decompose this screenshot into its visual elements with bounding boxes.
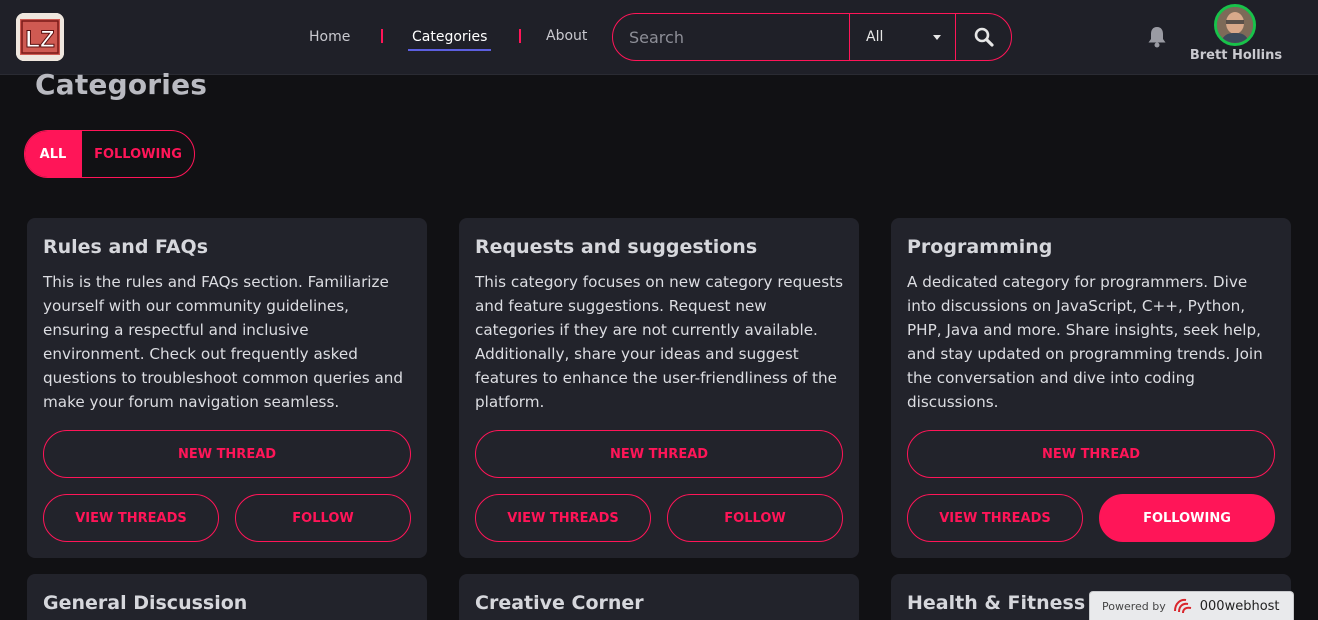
webhost-logo-icon	[1173, 598, 1191, 614]
category-filter-toggle: ALL FOLLOWING	[24, 130, 195, 178]
top-navbar: LZ Home Categories About All Brett Hol	[0, 0, 1318, 75]
username[interactable]: Brett Hollins	[1180, 48, 1292, 63]
powered-by-brand: 000webhost	[1199, 598, 1280, 614]
new-thread-button[interactable]: NEW THREAD	[907, 430, 1275, 478]
category-title: General Discussion	[43, 592, 248, 614]
logo-text: LZ	[25, 26, 54, 53]
new-thread-button[interactable]: NEW THREAD	[475, 430, 843, 478]
nav-home[interactable]: Home	[309, 29, 350, 45]
following-button[interactable]: FOLLOWING	[1099, 494, 1275, 542]
search-icon	[974, 27, 994, 47]
follow-button[interactable]: FOLLOW	[667, 494, 843, 542]
category-title: Programming	[907, 236, 1053, 258]
category-description: This is the rules and FAQs section. Fami…	[43, 273, 404, 411]
category-description: This category focuses on new category re…	[475, 273, 843, 411]
search-scope-value: All	[866, 29, 884, 45]
category-card: General Discussion	[27, 574, 427, 620]
category-title: Rules and FAQs	[43, 236, 209, 258]
category-card: Rules and FAQs This is the rules and FAQ…	[27, 218, 427, 558]
search-bar: All	[612, 13, 1012, 61]
powered-by-badge[interactable]: Powered by 000webhost	[1089, 591, 1294, 620]
category-card: Programming A dedicated category for pro…	[891, 218, 1291, 558]
category-title: Health & Fitness	[907, 592, 1086, 614]
view-threads-button[interactable]: VIEW THREADS	[475, 494, 651, 542]
search-scope-select[interactable]: All	[849, 14, 956, 60]
nav-categories[interactable]: Categories	[407, 29, 492, 51]
bell-icon[interactable]	[1146, 25, 1168, 49]
category-description: A dedicated category for programmers. Di…	[907, 273, 1263, 411]
category-card: Requests and suggestions This category f…	[459, 218, 859, 558]
search-button[interactable]	[956, 14, 1011, 60]
powered-by-label: Powered by	[1102, 599, 1166, 613]
category-title: Creative Corner	[475, 592, 644, 614]
avatar[interactable]	[1214, 4, 1256, 46]
view-threads-button[interactable]: VIEW THREADS	[907, 494, 1083, 542]
search-input[interactable]	[613, 14, 849, 60]
follow-button[interactable]: FOLLOW	[235, 494, 411, 542]
chevron-down-icon	[933, 34, 941, 40]
filter-all-button[interactable]: ALL	[25, 131, 81, 177]
site-logo[interactable]: LZ	[16, 13, 64, 61]
nav-about[interactable]: About	[546, 28, 587, 44]
category-card: Creative Corner	[459, 574, 859, 620]
category-title: Requests and suggestions	[475, 236, 758, 258]
new-thread-button[interactable]: NEW THREAD	[43, 430, 411, 478]
nav-divider	[519, 29, 521, 43]
filter-following-button[interactable]: FOLLOWING	[81, 131, 194, 177]
view-threads-button[interactable]: VIEW THREADS	[43, 494, 219, 542]
nav-divider	[381, 29, 383, 43]
page-title: Categories	[35, 68, 208, 101]
